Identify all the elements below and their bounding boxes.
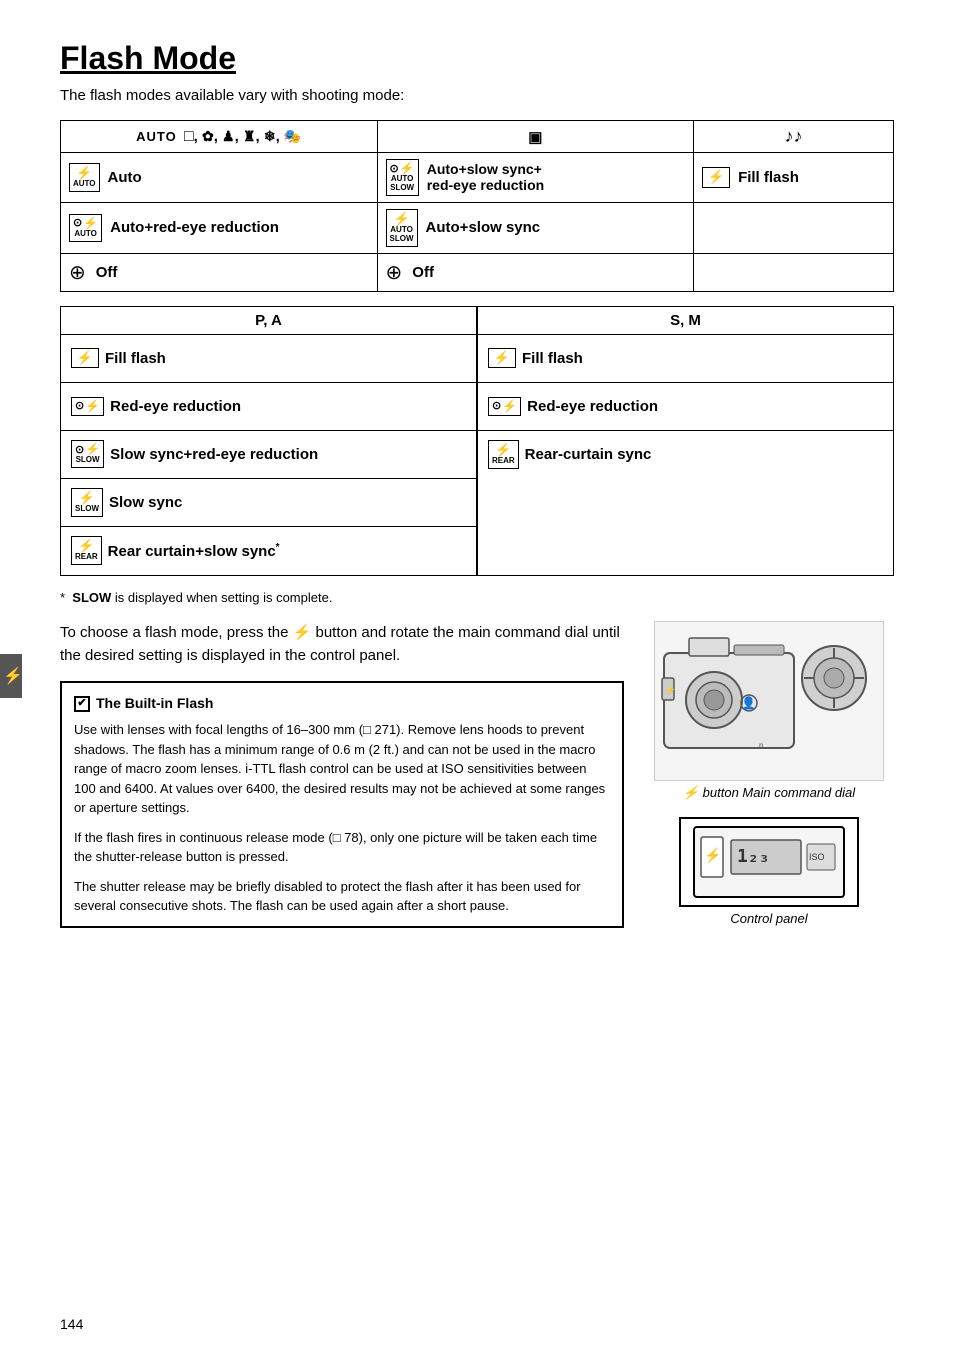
svg-text:ISO: ISO [809,852,825,862]
bottom-section: To choose a flash mode, press the ⚡ butt… [60,621,894,928]
portrait-auto-slow-cell: ⚡ AUTO SLOW Auto+slow sync [377,202,694,253]
subtitle: The flash modes available vary with shoo… [60,87,894,104]
diagram-labels: ⚡ button Main command dial [654,785,884,801]
svg-text:⚡: ⚡ [704,847,721,864]
checkbox-icon: ✔ [74,696,90,712]
svg-text:⚡: ⚡ [665,684,676,696]
portrait-auto-slow-sync-cell: ⊙⚡ AUTO SLOW Auto+slow sync+red-eye redu… [377,153,694,203]
auto-auto-cell: ⚡ AUTO Auto [61,153,378,203]
auto-off-cell: ⊕ Off [61,253,378,291]
image-column: ⚡ 👤 n ⚡ button Main command dial [644,621,894,928]
text-column: To choose a flash mode, press the ⚡ butt… [60,621,624,928]
mode-tables: P, A ⚡ Fill flash ⊙⚡ Red-eye reduction ⊙… [60,306,894,576]
pa-rear-curtain-row: ⚡ REAR Rear curtain+slow sync* [61,527,476,575]
instruction-text: To choose a flash mode, press the ⚡ butt… [60,621,624,668]
page-number: 144 [60,1316,83,1332]
sm-section: S, M ⚡ Fill flash ⊙⚡ Red-eye reduction ⚡… [477,306,894,576]
sm-header: S, M [478,307,893,335]
camera-diagram: ⚡ 👤 n [654,621,884,781]
info-box-para3: The shutter release may be briefly disab… [74,877,610,916]
footnote: * SLOW is displayed when setting is comp… [60,590,894,605]
col3-header: ♪♪ [694,121,894,153]
info-box: ✔ The Built-in Flash Use with lenses wit… [60,681,624,928]
pa-header: P, A [61,307,476,335]
yt-empty2-cell [694,253,894,291]
page-title: Flash Mode [60,40,894,77]
svg-text:n: n [759,741,763,750]
pa-fill-flash-row: ⚡ Fill flash [61,335,476,383]
panel-label: Control panel [730,911,807,926]
slow-keyword: SLOW [72,590,111,605]
info-box-para2: If the flash fires in continuous release… [74,828,610,867]
sm-red-eye-row: ⊙⚡ Red-eye reduction [478,383,893,431]
yt-empty-cell [694,202,894,253]
sm-rear-curtain-row: ⚡ REAR Rear-curtain sync [478,431,893,479]
info-box-title: ✔ The Built-in Flash [74,693,610,714]
col1-header: AUTO □, ✿, ♟, ♜, ❄, 🎭 [61,121,378,153]
sidebar-bolt-icon: ⚡ [3,668,23,685]
pa-slow-red-eye-row: ⊙⚡ SLOW Slow sync+red-eye reduction [61,431,476,479]
pa-section: P, A ⚡ Fill flash ⊙⚡ Red-eye reduction ⊙… [60,306,477,576]
star-marker: * [60,590,65,605]
svg-text:1₂₃: 1₂₃ [737,846,770,867]
flash-table: AUTO □, ✿, ♟, ♜, ❄, 🎭 ▣ ♪♪ ⚡ AUTO Auto [60,120,894,292]
table-row: ⊙⚡ AUTO Auto+red-eye reduction ⚡ AUTO SL… [61,202,894,253]
portrait-off-cell: ⊕ Off [377,253,694,291]
sidebar-tab: ⚡ [0,654,22,698]
control-panel-diagram: ⚡ 1₂₃ ISO [679,817,859,907]
svg-text:👤: 👤 [741,696,756,710]
col2-header: ▣ [377,121,694,153]
table-row: ⚡ AUTO Auto ⊙⚡ AUTO SLOW Auto+slow sync [61,153,894,203]
info-box-title-text: The Built-in Flash [96,693,213,714]
pa-slow-sync-row: ⚡ SLOW Slow sync [61,479,476,527]
pa-red-eye-row: ⊙⚡ Red-eye reduction [61,383,476,431]
footnote-text: is displayed when setting is complete. [115,590,333,605]
auto-red-eye-cell: ⊙⚡ AUTO Auto+red-eye reduction [61,202,378,253]
info-box-para1: Use with lenses with focal lengths of 16… [74,720,610,818]
table-row: ⊕ Off ⊕ Off [61,253,894,291]
sm-fill-flash-row: ⚡ Fill flash [478,335,893,383]
yt-fill-flash-cell: ⚡ Fill flash [694,153,894,203]
